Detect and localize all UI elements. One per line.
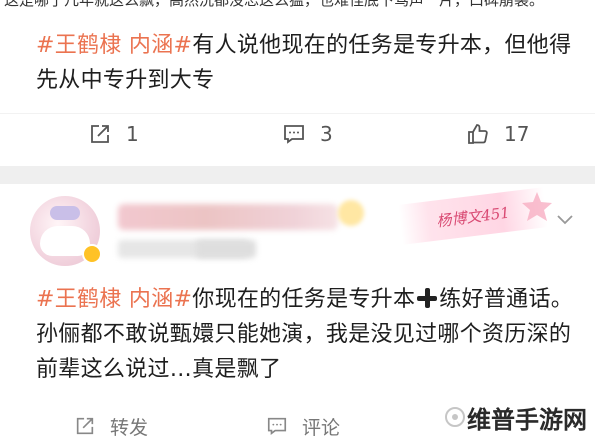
previous-text-fragment: 这是哪了几年就这么飘，高然洗都没忘这么猛，也难怪底下骂声一片，口碑崩裂。 [4,0,545,9]
repost-button[interactable]: 1 [88,114,139,154]
site-watermark: 维普手游网 [444,396,595,439]
blurred-username[interactable] [118,204,338,230]
thumbs-up-icon [468,124,488,144]
watermark-text: 维普手游网 [467,406,587,434]
star-decoration-icon [522,192,552,221]
blurred-badge-icon [338,200,364,226]
post-text: 你现在的任务是专升本 [192,287,416,312]
comment-label: 评论 [302,416,341,439]
plus-emoji-icon [417,288,438,308]
watermark-logo-icon [445,407,465,427]
like-button[interactable]: 17 [466,114,529,154]
feed-divider [0,166,595,184]
post-card: #王鹤棣 内涵#有人说他现在的任务是专升本，但他得先从中专升到大专 1 3 17 [0,18,595,166]
repost-button[interactable]: 转发 [74,406,148,446]
share-icon [91,125,109,143]
hashtag-link[interactable]: #王鹤棣 内涵# [36,287,192,312]
repost-count: 1 [126,122,139,146]
comment-count: 3 [320,122,333,146]
post-body: #王鹤棣 内涵#你现在的任务是专升本 练好普通话。 孙俪都不敢说甄嬛只能她演，我是… [36,282,581,387]
post-body: #王鹤棣 内涵#有人说他现在的任务是专升本，但他得先从中专升到大专 [36,28,581,98]
share-icon [76,417,94,435]
comment-icon [284,125,304,144]
blurred-source [196,240,256,258]
repost-label: 转发 [110,416,149,439]
verified-badge-icon [82,244,102,264]
avatar[interactable] [30,196,102,266]
comment-button[interactable]: 评论 [266,406,340,446]
chevron-down-icon[interactable] [556,214,574,226]
comment-button[interactable]: 3 [282,114,333,154]
action-bar: 1 3 17 [0,113,595,154]
comment-icon [267,417,287,435]
like-count: 17 [504,122,530,146]
hashtag-link[interactable]: #王鹤棣 内涵# [36,33,192,58]
